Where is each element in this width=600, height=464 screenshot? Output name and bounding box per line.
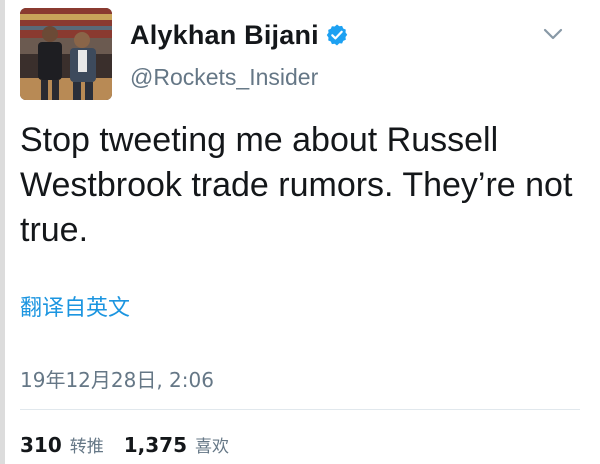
likes-stat[interactable]: 1,375 喜欢 [124,432,229,457]
avatar-photo [20,8,112,100]
tweet-text: Stop tweeting me about Russell Westbrook… [20,121,573,249]
divider [20,409,580,410]
translate-link[interactable]: 翻译自英文 [20,290,130,322]
likes-label: 喜欢 [195,437,230,457]
retweets-stat[interactable]: 310 转推 [20,432,104,457]
chevron-down-icon[interactable] [542,26,564,42]
verified-badge-icon [325,23,349,47]
tweet-header: Alykhan Bijani @Rockets_Insider [20,8,580,102]
tweet-card: Alykhan Bijani @Rockets_Insider Stop twe… [0,0,600,464]
retweets-count: 310 [20,433,62,457]
retweets-label: 转推 [69,437,104,457]
avatar[interactable] [20,8,112,100]
tweet-timestamp[interactable]: 19年12月28日, 2:06 [20,364,214,393]
likes-count: 1,375 [123,433,188,457]
handle[interactable]: @Rockets_Insider [130,64,349,91]
left-edge-border [0,0,5,464]
tweet-stats: 310 转推 1,375 喜欢 [20,432,229,457]
display-name[interactable]: Alykhan Bijani [130,20,319,51]
author-info[interactable]: Alykhan Bijani @Rockets_Insider [130,16,349,91]
